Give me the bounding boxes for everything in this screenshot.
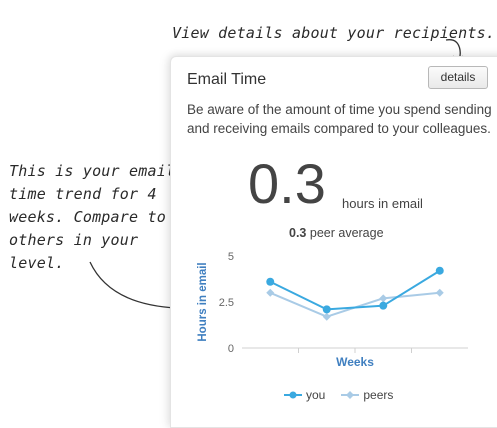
peer-average-label: peer average	[309, 226, 384, 240]
email-hours-label: hours in email	[342, 196, 423, 211]
peer-average-value: 0.3	[289, 226, 307, 240]
trend-annotation: This is your email time trend for 4 week…	[9, 162, 176, 272]
legend-item-you[interactable]: you	[284, 388, 325, 402]
data-point-you	[322, 305, 331, 314]
email-hours-value: 0.3	[248, 152, 326, 215]
legend-you-marker	[284, 391, 302, 399]
details-button[interactable]: details	[428, 66, 488, 89]
data-point-peers	[266, 288, 275, 297]
peer-average: 0.3 peer average	[289, 226, 384, 240]
recipients-annotation: View details about your recipients.	[172, 24, 496, 42]
email-time-chart: 0 2.5 5 Hours in email Weeks	[197, 251, 468, 369]
data-point-you	[435, 266, 444, 275]
chart-legend: you peers	[284, 388, 403, 402]
y-tick-label: 5	[228, 251, 234, 263]
data-point-peers	[379, 294, 388, 303]
legend-peers-marker	[341, 391, 360, 399]
card-title: Email Time	[187, 71, 267, 88]
data-point-peers	[322, 312, 331, 321]
series-line-peers	[269, 291, 440, 318]
x-axis-title: Weeks	[336, 355, 374, 369]
data-point-peers	[435, 288, 444, 297]
y-axis-title: Hours in email	[197, 262, 209, 341]
card-description: Be aware of the amount of time you spend…	[187, 102, 492, 136]
y-tick-label: 2.5	[219, 297, 234, 309]
data-point-you	[379, 301, 388, 310]
legend-peers-label: peers	[363, 388, 394, 402]
data-point-you	[266, 277, 275, 286]
legend-item-peers[interactable]: peers	[341, 388, 393, 402]
y-tick-label: 0	[228, 343, 234, 355]
legend-you-label: you	[306, 388, 326, 402]
